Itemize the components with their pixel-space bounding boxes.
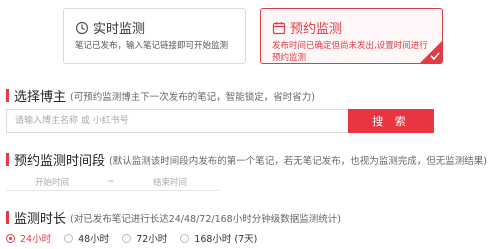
scheduled-monitor-card[interactable]: 预约监测 发布时间已确定但尚未发出,设置时间进行预约监测 <box>260 8 443 64</box>
calendar-icon <box>272 21 286 34</box>
title-bar <box>6 211 9 224</box>
duration-option-48h[interactable]: 48小时 <box>64 231 109 245</box>
search-button[interactable]: 搜 索 <box>348 109 434 133</box>
radio-icon[interactable] <box>180 233 190 243</box>
date-range-picker[interactable]: 开始时间 ~ 结束时间 <box>6 173 220 191</box>
card-header: 预约监测 <box>272 18 342 37</box>
section-hint: (默认监测该时间段内发布的第一个笔记，若无笔记发布，也视为监测完成，但无监测结果… <box>109 155 487 167</box>
card-description: 笔记已发布，输入笔记链接即可开始监测 <box>75 41 229 51</box>
card-header: 实时监测 <box>75 18 145 37</box>
realtime-monitor-card[interactable]: 实时监测 笔记已发布，输入笔记链接即可开始监测 <box>63 8 246 64</box>
blogger-search-input[interactable] <box>6 109 348 133</box>
radio-checked-icon[interactable] <box>6 233 15 243</box>
radio-icon[interactable] <box>64 233 74 243</box>
section-title-text: 选择博主 <box>14 90 67 105</box>
option-label: 168小时 (7天) <box>194 234 258 245</box>
clock-icon <box>75 21 89 34</box>
check-icon <box>430 52 440 60</box>
range-separator: ~ <box>107 176 115 187</box>
card-title: 预约监测 <box>290 22 343 37</box>
radio-icon[interactable] <box>122 233 132 243</box>
section-hint: (可预约监测博主下一次发布的笔记，智能锁定，省时省力) <box>70 91 315 103</box>
card-title: 实时监测 <box>93 22 146 37</box>
end-time-field[interactable]: 结束时间 <box>124 176 216 188</box>
section-title-text: 预约监测时间段 <box>14 154 106 169</box>
card-description: 发布时间已确定但尚未发出,设置时间进行预约监测 <box>272 41 428 63</box>
title-bar <box>6 89 9 102</box>
duration-option-168h[interactable]: 168小时 (7天) <box>180 231 257 245</box>
duration-option-24h[interactable]: 24小时 <box>6 231 51 245</box>
option-label: 48小时 <box>78 234 110 245</box>
duration-section-title: 监测时长 (对已发布笔记进行长达24/48/72/168小时分钟级数据监测统计) <box>6 208 341 227</box>
time-section-title: 预约监测时间段 (默认监测该时间段内发布的第一个笔记，若无笔记发布，也视为监测完… <box>6 150 487 169</box>
option-label: 72小时 <box>136 234 168 245</box>
duration-option-72h[interactable]: 72小时 <box>122 231 167 245</box>
option-label: 24小时 <box>20 234 52 245</box>
blogger-section-title: 选择博主 (可预约监测博主下一次发布的笔记，智能锁定，省时省力) <box>6 86 315 105</box>
duration-radio-group: 24小时 48小时 72小时 168小时 (7天) <box>6 231 270 245</box>
section-hint: (对已发布笔记进行长达24/48/72/168小时分钟级数据监测统计) <box>70 213 341 225</box>
section-title-text: 监测时长 <box>14 212 67 227</box>
title-bar <box>6 153 9 166</box>
start-time-field[interactable]: 开始时间 <box>6 176 98 188</box>
